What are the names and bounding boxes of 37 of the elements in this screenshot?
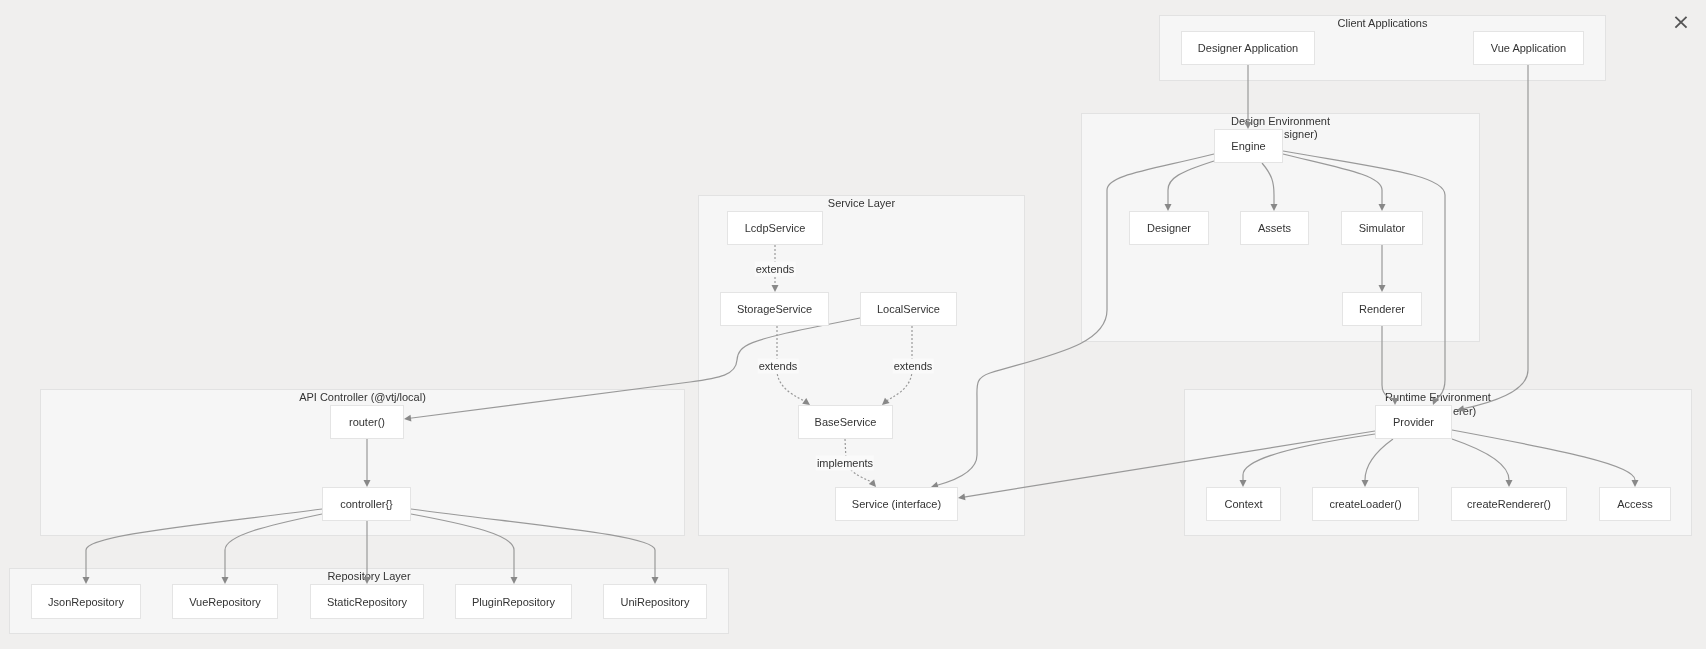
diagram-node: Access [1599,487,1671,521]
group-title: API Controller (@vtj/local) [298,391,427,404]
edge-label: extends [754,261,796,277]
diagram-node: Provider [1375,405,1452,439]
diagram-node: UniRepository [603,584,707,619]
diagram-node: router() [330,405,404,439]
group-title: signer) [1284,128,1318,141]
diagram-node: Engine [1214,129,1283,163]
diagram-node: JsonRepository [31,584,141,619]
diagram-node: PluginRepository [455,584,572,619]
diagram-node: controller{} [322,487,411,521]
close-button[interactable]: × [1670,10,1692,34]
edge-label: extends [757,358,799,374]
diagram-node: Assets [1240,211,1309,245]
edge-label: implements [815,455,875,471]
group-title: Service Layer [826,197,897,210]
edge-label: extends [892,358,934,374]
group-title: Client Applications [1336,17,1429,30]
diagram-node: BaseService [798,405,893,439]
arrow [363,438,371,487]
group-title: Repository Layer [326,570,412,583]
diagram-node: Service (interface) [835,487,958,521]
diagram-node: LcdpService [727,211,823,245]
diagram-node: Designer Application [1181,31,1315,65]
arrow [1261,162,1278,211]
diagram-node: Simulator [1341,211,1423,245]
diagram-node: LocalService [860,292,957,326]
diagram-node: Renderer [1342,292,1422,326]
diagram-node: VueRepository [172,584,278,619]
diagram-node: Vue Application [1473,31,1584,65]
group-title: erer) [1453,405,1477,418]
diagram-node: createRenderer() [1451,487,1567,521]
diagram-node: Designer [1129,211,1209,245]
diagram-node: StorageService [720,292,829,326]
diagram-node: StaticRepository [310,584,424,619]
diagram-node: createLoader() [1312,487,1419,521]
diagram-node: Context [1206,487,1281,521]
